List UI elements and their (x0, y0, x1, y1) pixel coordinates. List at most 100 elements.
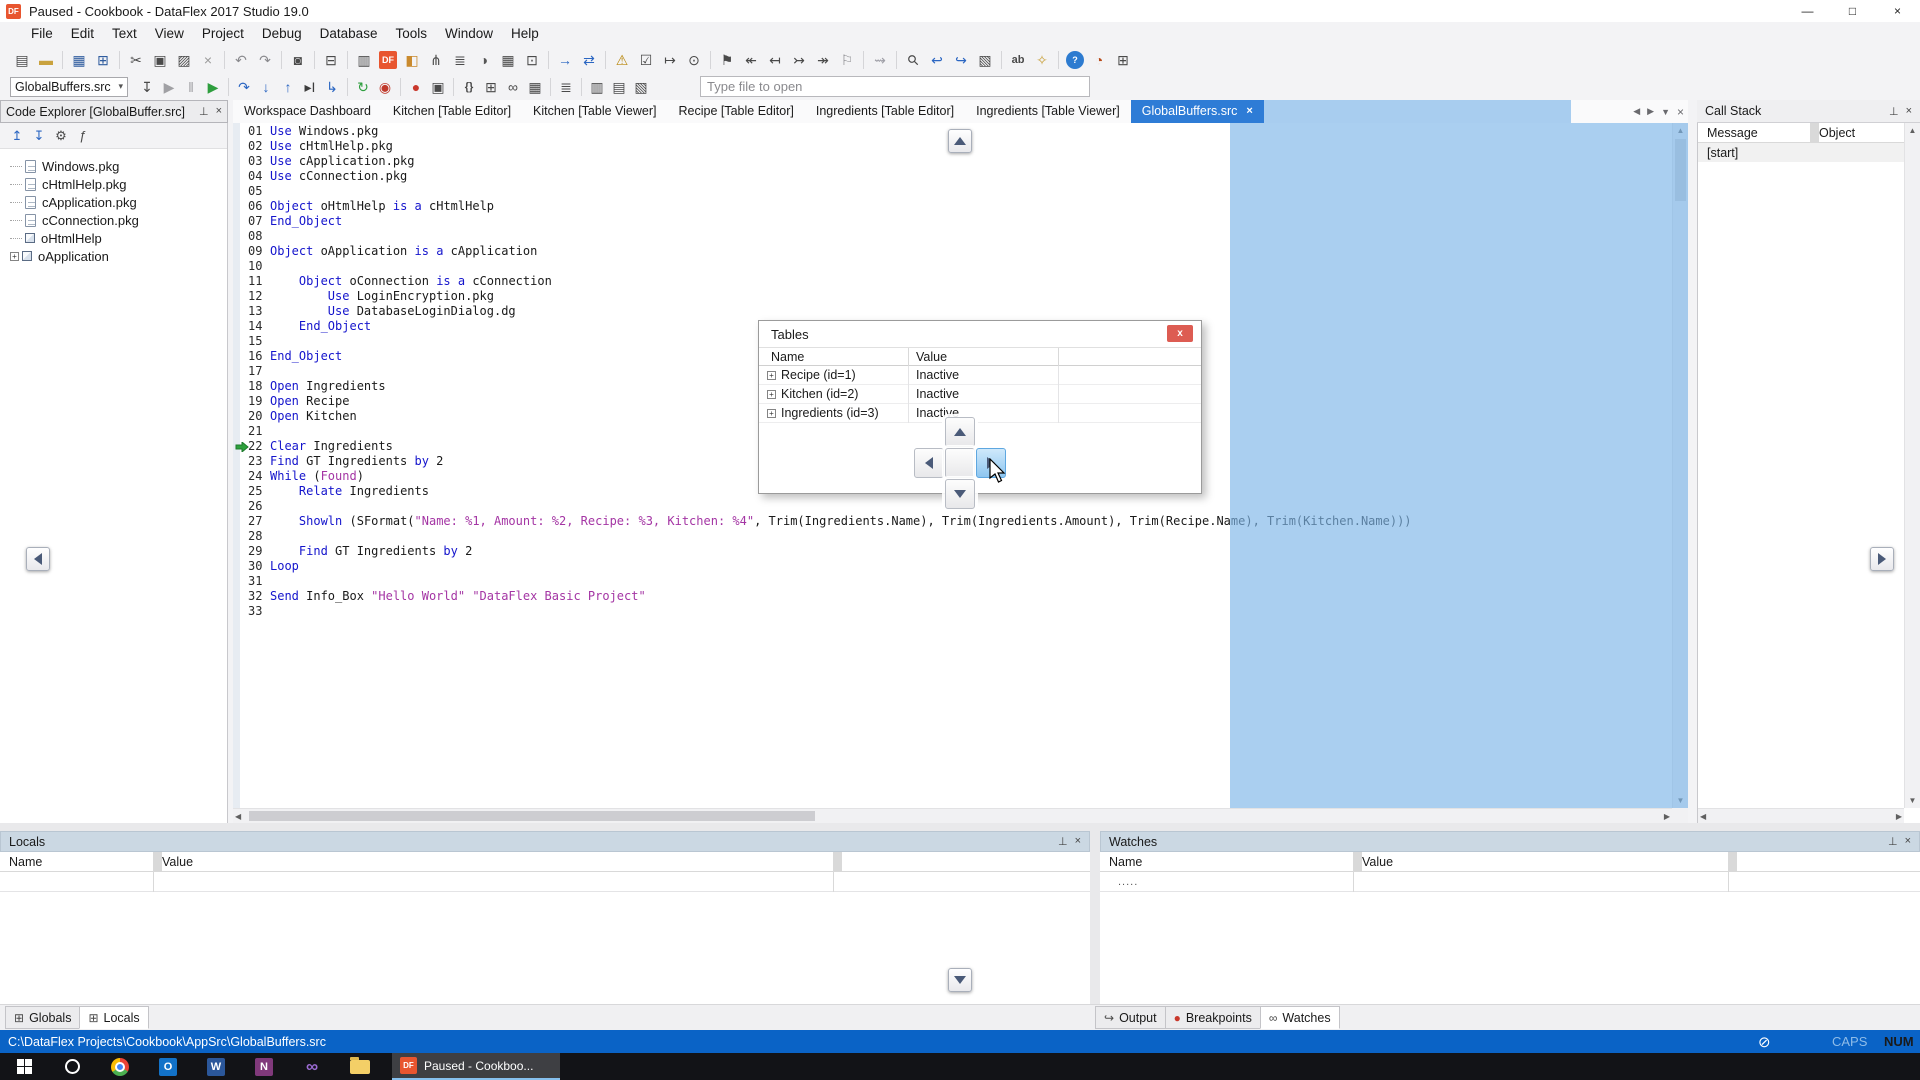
dock-bottom-guide[interactable] (948, 968, 972, 992)
tab-locals[interactable]: ⊞Locals (79, 1006, 148, 1029)
toggle-breakpoint-icon[interactable]: ● (405, 76, 427, 98)
call-stack-horizontal-scrollbar[interactable]: ◀ ▶ (1698, 808, 1904, 823)
pin-icon[interactable]: ⊥ (1888, 835, 1898, 848)
menu-view[interactable]: View (146, 22, 193, 46)
tab-globalbuffers-src[interactable]: GlobalBuffers.src× (1131, 100, 1264, 123)
tree-item-cconnection-pkg[interactable]: cConnection.pkg (0, 211, 227, 229)
database-explorer-icon[interactable]: ▥ (586, 76, 608, 98)
close-icon[interactable]: × (1075, 835, 1081, 848)
tree-item-oapplication[interactable]: +oApplication (0, 247, 227, 265)
table-row-recipe-id-1[interactable]: +Recipe (id=1)Inactive (759, 366, 1201, 385)
watches-columns[interactable]: Name Value (1100, 852, 1920, 872)
tables-dialog-titlebar[interactable]: Tables (759, 321, 1201, 347)
next-bookmark-file-icon[interactable]: ↠ (811, 49, 835, 71)
cut-icon[interactable]: ✂ (124, 49, 148, 71)
compiler-warnings-icon[interactable]: ⚠ (610, 49, 634, 71)
set-next-statement-icon[interactable]: ↳ (321, 76, 343, 98)
close-icon[interactable]: × (1905, 835, 1911, 848)
step-into-icon[interactable]: ↓ (255, 76, 277, 98)
panel-splitter[interactable] (0, 823, 1920, 831)
database-builder-icon[interactable]: ▤ (608, 76, 630, 98)
globals-window-icon[interactable]: ⊞ (480, 76, 502, 98)
task-list-icon[interactable]: ☑ (634, 49, 658, 71)
print-icon[interactable]: ⊟ (319, 49, 343, 71)
sync-files-icon[interactable]: ⇄ (577, 49, 601, 71)
table-row-kitchen-id-2[interactable]: +Kitchen (id=2)Inactive (759, 385, 1201, 404)
workspace-icon[interactable]: ◧ (400, 49, 424, 71)
call-stack-window-icon[interactable]: ≣ (555, 76, 577, 98)
locals-columns[interactable]: Name Value (0, 852, 1090, 872)
locals-window-icon[interactable]: {} (458, 76, 480, 98)
watches-row[interactable]: ..... (1100, 872, 1920, 892)
minimize-button[interactable]: — (1785, 0, 1830, 22)
close-icon[interactable]: × (1906, 105, 1912, 118)
prev-bookmark-file-icon[interactable]: ↞ (739, 49, 763, 71)
menu-help[interactable]: Help (502, 22, 548, 46)
tab-list-icon[interactable]: ▼ (1661, 107, 1670, 117)
pin-icon[interactable]: ⊥ (1058, 835, 1068, 848)
tree-item-chtmlhelp-pkg[interactable]: cHtmlHelp.pkg (0, 175, 227, 193)
column-divider[interactable] (1728, 852, 1737, 872)
watches-window-icon[interactable]: ∞ (502, 76, 524, 98)
run-icon[interactable]: ▶ (158, 76, 180, 98)
scroll-up-icon[interactable]: ▲ (1905, 123, 1920, 138)
call-stack-columns[interactable]: Message Object (1698, 123, 1920, 143)
column-divider[interactable] (1353, 852, 1362, 872)
pin-icon[interactable]: ⊥ (1889, 105, 1899, 118)
color-palette-icon[interactable]: ◑ (472, 49, 496, 71)
tab-kitchen-table-editor[interactable]: Kitchen [Table Editor] (382, 100, 522, 123)
menu-project[interactable]: Project (193, 22, 253, 46)
maximize-button[interactable]: □ (1830, 0, 1875, 22)
dataflex-studio-icon[interactable]: DF (379, 51, 397, 69)
expander-icon[interactable]: + (767, 409, 776, 418)
scrollbar-thumb[interactable] (249, 811, 815, 821)
tab-recipe-table-editor[interactable]: Recipe [Table Editor] (668, 100, 805, 123)
column-divider[interactable] (1058, 348, 1059, 367)
find-next-icon[interactable]: ↪ (949, 49, 973, 71)
export-icon[interactable]: ↦ (658, 49, 682, 71)
dock-cross-center[interactable] (945, 448, 975, 478)
compile-icon[interactable]: ↧ (136, 76, 158, 98)
debug-step-icon[interactable]: ▶ (202, 76, 224, 98)
dock-cross-down[interactable] (945, 479, 975, 509)
new-file-icon[interactable]: ▤ (10, 49, 34, 71)
taskbar-outlook[interactable]: O (144, 1053, 192, 1080)
disable-highlights-icon[interactable]: ⇝ (868, 49, 892, 71)
tab-ingredients-table-editor[interactable]: Ingredients [Table Editor] (805, 100, 965, 123)
tab-globals[interactable]: ⊞Globals (5, 1006, 80, 1029)
column-divider[interactable] (1810, 123, 1819, 143)
delete-icon[interactable]: × (196, 49, 220, 71)
menu-edit[interactable]: Edit (62, 22, 103, 46)
move-down-icon[interactable]: ↧ (28, 125, 50, 147)
taskbar-onenote[interactable]: N (240, 1053, 288, 1080)
tab-kitchen-table-viewer[interactable]: Kitchen [Table Viewer] (522, 100, 667, 123)
tables-dialog-close-button[interactable]: x (1167, 325, 1193, 342)
scroll-left-icon[interactable]: ◀ (1700, 809, 1706, 824)
menu-debug[interactable]: Debug (253, 22, 311, 46)
column-name[interactable]: Name (759, 350, 908, 364)
scroll-down-icon[interactable]: ▼ (1905, 793, 1920, 808)
functions-icon[interactable]: ƒ (72, 125, 94, 147)
stop-debugging-icon[interactable]: ◉ (374, 76, 396, 98)
object-browser-icon[interactable]: ⋔ (424, 49, 448, 71)
prev-bookmark-icon[interactable]: ↤ (763, 49, 787, 71)
menu-text[interactable]: Text (103, 22, 146, 46)
tree-item-windows-pkg[interactable]: Windows.pkg (0, 157, 227, 175)
column-divider[interactable] (153, 852, 162, 872)
tab-breakpoints[interactable]: ●Breakpoints (1165, 1006, 1261, 1029)
preview-icon[interactable]: ⊙ (682, 49, 706, 71)
expander-icon[interactable]: + (10, 252, 19, 261)
taskbar-explorer[interactable] (336, 1053, 384, 1080)
file-combo[interactable]: GlobalBuffers.src ▾ (10, 77, 128, 97)
toggle-bookmark-icon[interactable]: ⚑ (715, 49, 739, 71)
sql-connection-icon[interactable]: ▧ (630, 76, 652, 98)
scroll-tabs-right-icon[interactable]: ▶ (1647, 106, 1654, 117)
tab-watches[interactable]: ∞Watches (1260, 1006, 1340, 1029)
step-out-icon[interactable]: ↑ (277, 76, 299, 98)
save-all-icon[interactable]: ⊞ (91, 49, 115, 71)
move-up-icon[interactable]: ↥ (6, 125, 28, 147)
taskbar-active-task[interactable]: DF Paused - Cookboo... (392, 1053, 560, 1080)
tab-ingredients-table-viewer[interactable]: Ingredients [Table Viewer] (965, 100, 1131, 123)
column-name[interactable]: Name (0, 855, 153, 869)
scroll-right-icon[interactable]: ▶ (1896, 809, 1902, 824)
